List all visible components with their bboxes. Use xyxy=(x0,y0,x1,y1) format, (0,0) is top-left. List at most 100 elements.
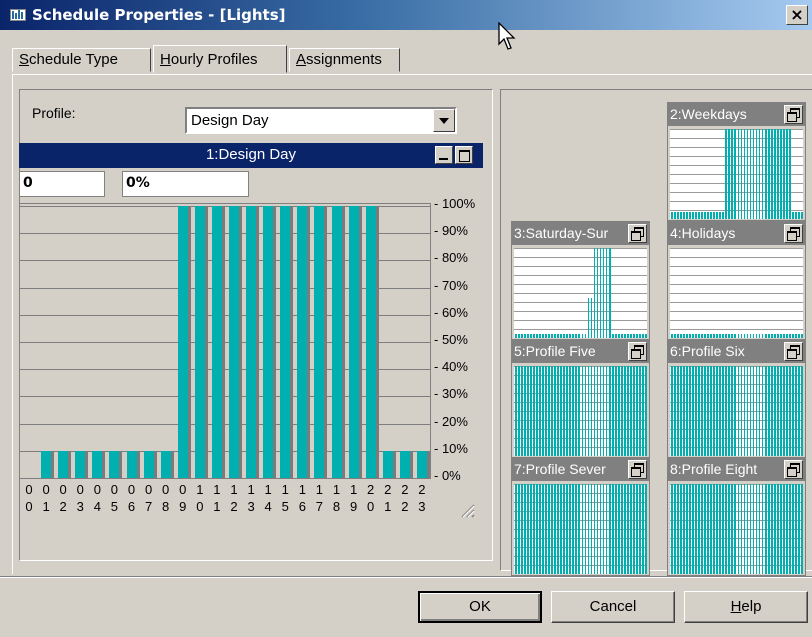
thumbnail-bar xyxy=(794,211,797,219)
thumbnail-plot xyxy=(670,248,803,338)
thumbnail-bar xyxy=(617,484,620,574)
thumbnail-bar xyxy=(764,366,767,456)
thumbnail-bar xyxy=(779,129,782,219)
help-button[interactable]: Help xyxy=(684,591,808,623)
cancel-button[interactable]: Cancel xyxy=(551,591,675,623)
hour-bar-15[interactable] xyxy=(280,206,294,478)
resize-grip-icon[interactable] xyxy=(457,500,475,518)
thumbnail-bar xyxy=(632,333,635,338)
maximize-icon[interactable] xyxy=(455,146,473,164)
hour-bar-19[interactable] xyxy=(348,206,362,478)
hour-bar-07[interactable] xyxy=(143,450,157,478)
thumbnail-bar xyxy=(530,484,532,574)
thumbnail-bar xyxy=(680,484,682,574)
restore-icon[interactable] xyxy=(628,342,647,361)
hour-bar-12[interactable] xyxy=(229,206,243,478)
x-tick-label: 2 xyxy=(59,499,67,514)
profile-thumbnail[interactable]: 8:Profile Eight xyxy=(667,457,806,576)
x-tick-label: 4 xyxy=(93,499,101,514)
hour-bar-09[interactable] xyxy=(177,206,191,478)
thumbnail-bar xyxy=(722,366,725,456)
ok-button[interactable]: OK xyxy=(418,591,542,623)
restore-icon[interactable] xyxy=(628,460,647,479)
restore-icon[interactable] xyxy=(784,105,803,124)
grid-line xyxy=(20,478,430,479)
thumbnail-bar xyxy=(629,333,632,338)
x-tick-label: 1 xyxy=(264,482,272,497)
thumbnail-bar xyxy=(731,333,734,338)
profile-thumbnail[interactable]: 6:Profile Six xyxy=(667,339,806,458)
thumbnail-bar xyxy=(773,366,776,456)
hour-bar-17[interactable] xyxy=(314,206,328,478)
title-bar[interactable]: Schedule Properties - [Lights] × xyxy=(0,0,812,30)
chevron-down-icon[interactable] xyxy=(433,109,455,132)
restore-icon[interactable] xyxy=(784,342,803,361)
thumbnail-bar xyxy=(767,129,770,219)
thumbnail-bar xyxy=(749,366,752,456)
profile-thumbnail[interactable]: 2:Weekdays xyxy=(667,102,806,221)
thumbnail-bar xyxy=(746,333,749,338)
thumbnail-bar xyxy=(587,366,590,456)
x-tick-label: 2 xyxy=(401,499,409,514)
hour-bar-05[interactable] xyxy=(109,450,123,478)
restore-icon[interactable] xyxy=(784,224,803,243)
hour-bar-14[interactable] xyxy=(263,206,277,478)
percent-value-field[interactable]: 0% xyxy=(122,171,249,197)
x-tick-label: 0 xyxy=(93,482,101,497)
hour-bar-13[interactable] xyxy=(246,206,260,478)
hour-bar-11[interactable] xyxy=(211,206,225,478)
thumbnail-bar xyxy=(626,366,629,456)
hour-bar-10[interactable] xyxy=(194,206,208,478)
thumbnail-bar xyxy=(722,484,725,574)
close-button[interactable]: × xyxy=(786,5,808,25)
thumbnail-bar xyxy=(578,333,581,338)
hour-bar-18[interactable] xyxy=(331,206,345,478)
thumbnail-plot xyxy=(670,484,803,574)
thumbnail-bar xyxy=(725,366,728,456)
hour-bar-06[interactable] xyxy=(126,450,140,478)
thumbnail-bar xyxy=(569,484,572,574)
thumbnail-bar xyxy=(692,484,694,574)
profile-thumbnail[interactable]: 3:Saturday-Sur xyxy=(511,221,650,340)
hour-bar-23[interactable] xyxy=(416,450,430,478)
restore-icon[interactable] xyxy=(784,460,803,479)
minimize-icon[interactable] xyxy=(435,146,453,164)
thumbnail-bar xyxy=(596,248,599,338)
thumbnail-bar xyxy=(767,484,770,574)
x-tick-label: 1 xyxy=(281,482,289,497)
hour-bar-01[interactable] xyxy=(41,450,55,478)
thumbnail-bar xyxy=(683,211,685,219)
thumbnail-bar xyxy=(707,211,710,219)
thumbnail-bar xyxy=(713,484,716,574)
profile-dropdown-value: Design Day xyxy=(191,112,269,129)
hour-bar-20[interactable] xyxy=(365,206,379,478)
profile-thumbnail[interactable]: 4:Holidays xyxy=(667,221,806,340)
thumbnail-bar xyxy=(701,211,704,219)
profile-thumbnail[interactable]: 5:Profile Five xyxy=(511,339,650,458)
thumbnail-bar xyxy=(728,366,731,456)
hour-bar-22[interactable] xyxy=(399,450,413,478)
thumbnail-bar xyxy=(548,366,551,456)
hour-bar-02[interactable] xyxy=(58,450,72,478)
tab-assignments[interactable]: Assignments xyxy=(289,48,400,72)
hour-bar-21[interactable] xyxy=(382,450,396,478)
restore-icon[interactable] xyxy=(628,224,647,243)
tab-schedule-type[interactable]: Schedule Type xyxy=(12,48,151,72)
thumbnail-bar xyxy=(749,333,752,338)
thumbnail-bar xyxy=(710,333,713,338)
hour-value-field[interactable]: 0 xyxy=(19,171,105,197)
thumbnail-bar xyxy=(674,366,676,456)
profile-dropdown[interactable]: Design Day xyxy=(185,107,457,134)
chart-window-titlebar[interactable]: 1:Design Day xyxy=(19,143,483,168)
hour-bar-04[interactable] xyxy=(92,450,106,478)
tab-hourly-profiles[interactable]: Hourly Profiles xyxy=(153,45,287,73)
hour-bar-16[interactable] xyxy=(297,206,311,478)
thumbnail-bar xyxy=(548,484,551,574)
profile-thumbnail[interactable]: 7:Profile Sever xyxy=(511,457,650,576)
x-tick-label: 2 xyxy=(384,482,392,497)
thumbnail-bar xyxy=(800,333,803,338)
hourly-profile-chart[interactable] xyxy=(19,203,431,479)
hour-bar-03[interactable] xyxy=(75,450,89,478)
hour-bar-08[interactable] xyxy=(160,450,174,478)
x-tick-label: 9 xyxy=(349,499,358,514)
